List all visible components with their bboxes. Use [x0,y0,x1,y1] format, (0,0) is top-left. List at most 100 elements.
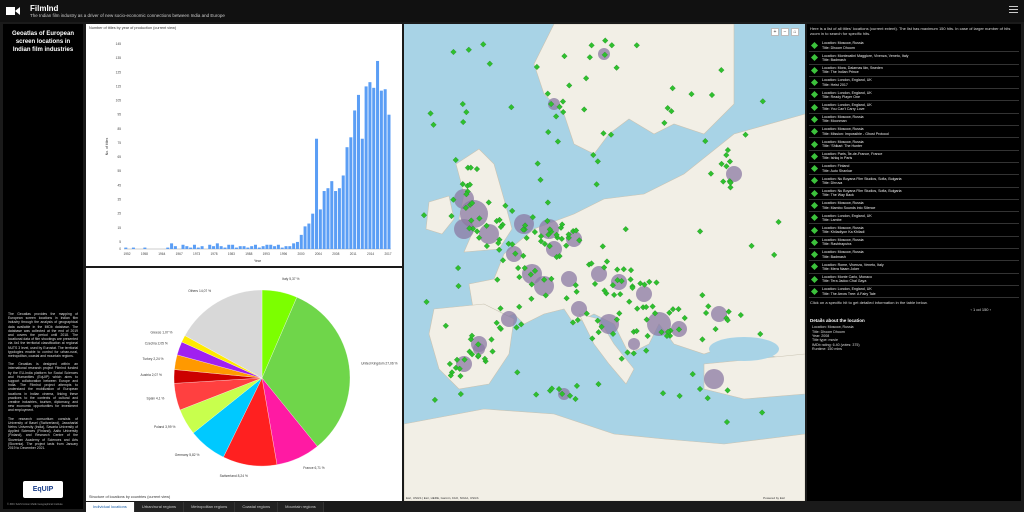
bar [223,247,227,249]
green-diamond-icon [810,78,819,87]
location-list-item[interactable]: Location: London, England, UK Title: Lamb… [809,212,1019,225]
location-marker [553,113,560,120]
x-tick-label: 2011 [350,252,357,256]
location-marker [573,382,580,389]
location-list-item[interactable]: Location: Montecatini Maggiore, Vivenza,… [809,52,1019,65]
location-list-item[interactable]: Location: Rome, Vivenza, Veneto, Italy Ti… [809,261,1019,274]
location-marker [759,409,766,416]
location-list-item[interactable]: Location: Nu Boyana Film Studios, Sofia,… [809,175,1019,188]
location-marker [423,298,430,305]
location-cluster [599,314,619,334]
tab-individual-locations[interactable]: Individual locations [86,502,135,512]
location-cluster [501,311,517,327]
bar [376,60,380,250]
location-list-item[interactable]: Location: London, England, UK Title: Read… [809,89,1019,102]
location-marker [509,207,516,214]
pager-next-icon[interactable]: › [990,307,991,312]
bar [387,114,391,249]
item-title: Title: Khiladiyon Ka Khiladi [822,230,865,235]
location-list-item[interactable]: Location: Nu Boyana Film Studios, Sofia,… [809,188,1019,200]
location-marker [554,138,561,145]
y-tick-label: 75 [117,141,121,145]
green-diamond-icon [810,238,819,246]
x-tick-label: 1952 [123,252,130,256]
location-marker [431,396,438,403]
video-camera-icon [6,4,24,18]
location-list-item[interactable]: Location: Moscow, Russia Title: Badmash [809,249,1019,262]
location-marker [465,46,472,53]
tab-urban-rural[interactable]: Urban/rural regions [134,502,185,512]
bar [299,234,303,249]
bar [326,188,330,249]
tab-metropolitan[interactable]: Metropolitan regions [184,502,236,512]
item-title: Title: Tera Jadoo Chal Gaya [822,279,867,284]
x-tick-label: 2008 [332,252,339,256]
item-title: Title: Rashtraputra [822,242,852,247]
x-tick-label: 1978 [210,252,217,256]
intro-paragraph: The Geoatlas provides the mapping of Eur… [8,312,78,359]
y-axis-label: No. of titles [105,138,109,156]
location-list-item[interactable]: Location: Mora, Dalarnas län, Sweden Titl… [809,65,1019,77]
bar [257,247,261,249]
item-title: Title: Moonman [822,119,847,124]
app-header: FilmInd The Indian film industry as a dr… [0,0,1024,22]
location-list-item[interactable]: Location: Moscow, Russia Title: Dhoom Dho… [809,40,1019,53]
green-diamond-icon [810,177,819,185]
list-pager[interactable]: ‹ 1 od 150 › [807,307,1021,315]
pie-chart-panel: Italy 5,37 % United Kingdom 27,06 % France… [86,268,402,501]
item-title: Title: You Can't Carry Love [822,107,865,112]
green-diamond-icon [810,263,819,271]
map-view[interactable]: + − ⌂ Esri, USGS | Esri, HERE, Garmin, F… [404,24,805,501]
zoom-out-button[interactable]: − [781,28,789,36]
zoom-in-button[interactable]: + [771,28,779,36]
bar [284,246,288,249]
black-sea [709,337,779,361]
item-title: Title: Dhoom Dhoom [822,45,855,50]
bar [250,246,254,249]
map-powered-by[interactable]: Powered by Esri [763,496,785,500]
location-list-item[interactable]: Location: London, England, UK Title: You … [809,101,1019,114]
bar [345,147,349,249]
location-list-item[interactable]: Location: Moscow, Russia Title: Mambo Sou… [809,200,1019,213]
item-title: Title: Auto Shankar [822,168,853,173]
location-list-item[interactable]: Location: London, England, UK Title: The … [809,286,1019,299]
location-marker [572,395,579,403]
location-list-item[interactable]: Location: Moscow, Russia Title: Mission: … [809,126,1019,139]
location-list-item[interactable]: Location: London, England, UK Title: Heis… [809,77,1019,90]
green-diamond-icon [810,54,819,62]
right-list-panel: Here is a list of all titles' locations … [807,24,1021,501]
bar [212,246,216,249]
bar [364,86,368,249]
bar [196,247,200,249]
bar [341,175,345,249]
x-tick-label: 1983 [228,252,235,256]
location-list-item[interactable]: Location: Moscow, Russia Title: Khiladiyo… [809,224,1019,237]
green-diamond-icon [810,275,819,283]
location-marker [459,101,466,108]
location-list-item[interactable]: Location: Finland Title: Auto Shankar [809,163,1019,176]
home-button[interactable]: ⌂ [791,28,799,36]
hamburger-menu-icon[interactable] [1009,6,1018,15]
location-list-item[interactable]: Location: Moscow, Russia Title: Moonman [809,114,1019,127]
location-marker [513,324,520,331]
location-list-item[interactable]: Location: Monte Carlo, Monaco Title: Tera… [809,274,1019,286]
location-marker [544,199,551,206]
item-title: Title: Mera Naam Joker [822,266,860,271]
pie-label: Italy 5,37 % [282,277,299,281]
location-marker [533,391,540,398]
location-list-item[interactable]: Location: Moscow, Russia Title: Rashtrapu… [809,237,1019,250]
location-list-item[interactable]: Location: Paris, Île-de-France, France Ti… [809,151,1019,163]
green-diamond-icon [810,152,819,160]
land-masses [404,24,805,501]
bar-chart: 0 5 15 25 35 45 55 65 75 85 95 105 115 125 135 145 1952 1… [105,42,392,263]
location-marker [594,158,601,165]
location-list-item[interactable]: Location: Moscow, Russia Title: 'Shikari:… [809,138,1019,151]
tab-mountain[interactable]: Mountain regions [278,502,324,512]
pie-label: Czechia 2,05 % [145,341,168,345]
tab-coastal[interactable]: Coastal regions [235,502,279,512]
location-cluster [628,338,640,350]
map-attribution: Esri, USGS | Esri, HERE, Garmin, FAO, NO… [406,496,479,500]
pie-label: Switzerland 8,24 % [220,474,248,478]
location-marker [702,138,709,145]
pie-label: United Kingdom 27,06 % [361,361,398,365]
